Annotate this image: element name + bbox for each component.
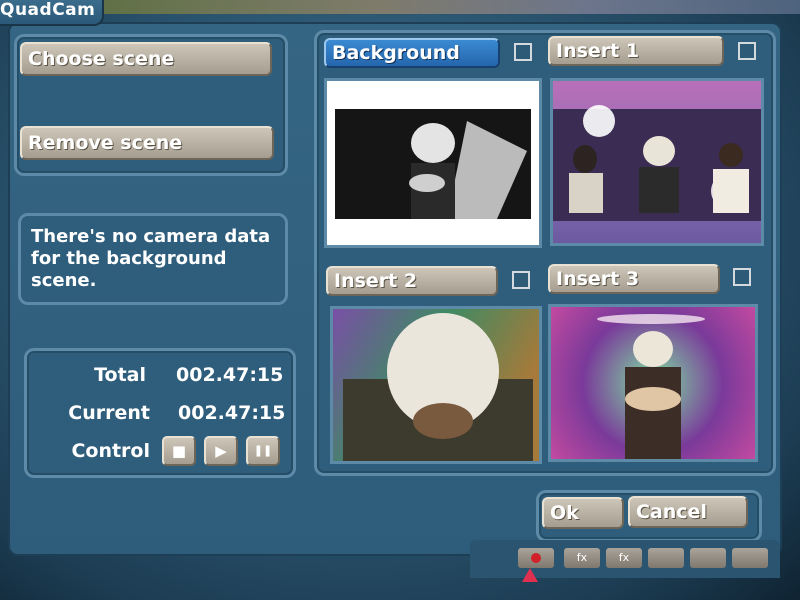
control-label: Control [71, 440, 150, 462]
slot-label-insert-3[interactable]: Insert 3 [548, 264, 720, 294]
camera-data-message: There's no camera data for the backgroun… [18, 213, 288, 305]
record-button[interactable] [518, 548, 554, 568]
toolbar-button-6[interactable] [732, 548, 768, 568]
pause-button[interactable]: ❚❚ [246, 436, 280, 466]
slot-label-insert-2[interactable]: Insert 2 [326, 266, 498, 296]
current-value: 002.47:15 [178, 402, 286, 424]
record-icon [531, 553, 541, 563]
mouse-cursor-icon [522, 568, 538, 582]
insert-3-preview-image [597, 314, 705, 459]
choose-scene-button[interactable]: Choose scene [20, 42, 272, 76]
pause-icon: ❚❚ [253, 444, 273, 457]
total-value: 002.47:15 [176, 364, 284, 386]
background-video-strip [100, 0, 800, 14]
total-label: Total [94, 364, 146, 386]
background-preview-image [335, 109, 531, 219]
ok-button[interactable]: Ok [542, 497, 624, 529]
stop-icon: ■ [171, 442, 187, 460]
insert-3-preview[interactable] [548, 304, 758, 462]
window-title-tab: QuadCam [0, 0, 104, 26]
fx-button-2[interactable]: fx [606, 548, 642, 568]
insert-1-checkbox[interactable] [738, 42, 756, 60]
remove-scene-button[interactable]: Remove scene [20, 126, 274, 160]
screen-background: QuadCam Choose scene Remove scene There'… [0, 0, 800, 600]
background-preview[interactable] [324, 78, 542, 248]
insert-2-preview[interactable] [330, 306, 542, 464]
insert-1-preview-image [553, 105, 761, 221]
play-button[interactable]: ▶ [204, 436, 238, 466]
window-title: QuadCam [0, 0, 96, 20]
current-label: Current [68, 402, 150, 424]
toolbar-button-4[interactable] [648, 548, 684, 568]
slot-label-insert-1[interactable]: Insert 1 [548, 36, 724, 66]
play-icon: ▶ [215, 442, 227, 460]
background-checkbox[interactable] [514, 43, 532, 61]
insert-3-checkbox[interactable] [733, 268, 751, 286]
insert-2-checkbox[interactable] [512, 271, 530, 289]
stop-button[interactable]: ■ [162, 436, 196, 466]
insert-1-preview[interactable] [550, 78, 764, 246]
insert-2-preview-image [343, 313, 533, 461]
slot-label-background[interactable]: Background [324, 38, 500, 68]
bottom-toolbar: fx fx [470, 540, 780, 578]
fx-button-1[interactable]: fx [564, 548, 600, 568]
cancel-button[interactable]: Cancel [628, 496, 748, 528]
toolbar-button-5[interactable] [690, 548, 726, 568]
